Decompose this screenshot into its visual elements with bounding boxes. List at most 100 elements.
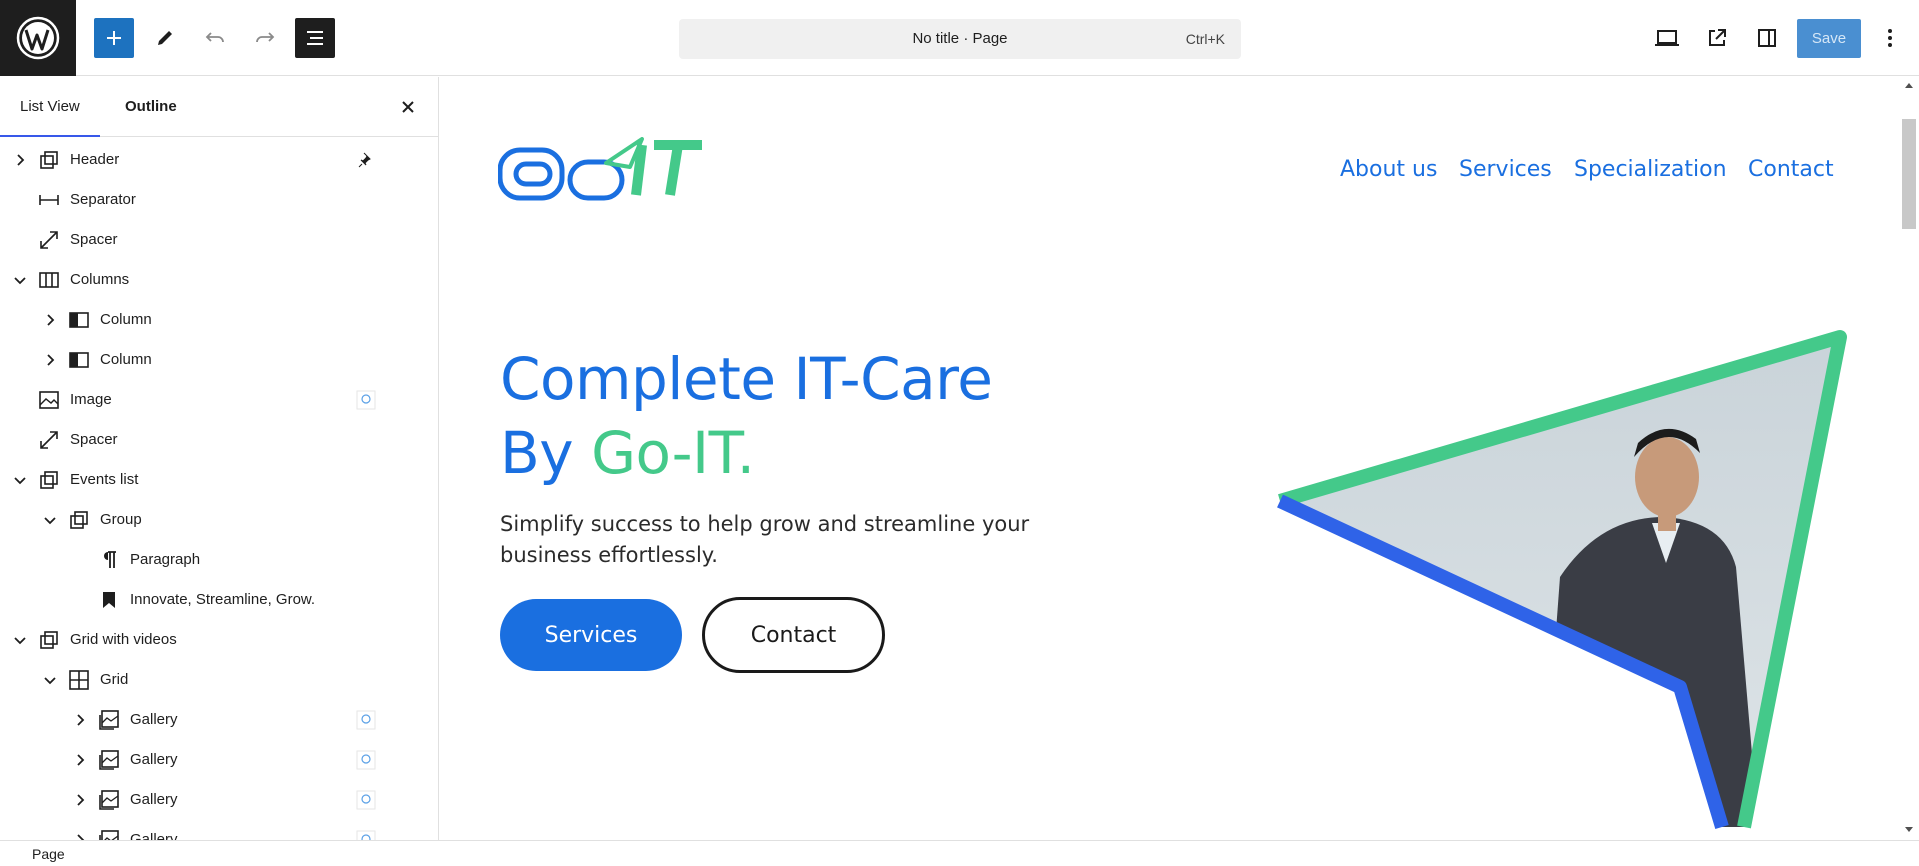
- contact-button[interactable]: Contact: [702, 597, 885, 673]
- list-view-item-group[interactable]: Group: [0, 500, 438, 540]
- block-breadcrumb-bar: Page: [0, 840, 1919, 866]
- block-thumbnail: [356, 710, 376, 730]
- list-view-item-label: Image: [70, 391, 112, 408]
- list-view-item-spacer[interactable]: Spacer: [0, 420, 438, 460]
- bookmark-icon: [97, 588, 121, 612]
- scroll-down-icon[interactable]: [1904, 826, 1914, 834]
- list-view-item-label: Header: [70, 151, 120, 168]
- chevron-right-icon[interactable]: [72, 792, 88, 808]
- sidebar-toggle-icon: [1758, 29, 1776, 47]
- list-view-item-label: Group: [100, 511, 142, 528]
- wordpress-logo-icon[interactable]: [0, 0, 76, 76]
- list-view-item-grid-with-videos[interactable]: Grid with videos: [0, 620, 438, 660]
- columns-icon: [37, 268, 61, 292]
- command-palette-bar[interactable]: No title · Page Ctrl+K: [679, 19, 1241, 59]
- editor-canvas[interactable]: About us Services Specialization Contact…: [440, 77, 1899, 840]
- chevron-right-icon[interactable]: [72, 832, 88, 840]
- list-view-item-label: Spacer: [70, 231, 118, 248]
- nav-link-contact[interactable]: Contact: [1748, 157, 1834, 182]
- list-view-sidebar: List View Outline Header Separator Spacer C…: [0, 77, 439, 840]
- block-thumbnail: [356, 750, 376, 770]
- chevron-right-icon[interactable]: [72, 752, 88, 768]
- spacer-icon: [37, 228, 61, 252]
- device-preview-button[interactable]: [1647, 18, 1687, 58]
- list-view-item-grid[interactable]: Grid: [0, 660, 438, 700]
- view-page-button[interactable]: [1697, 18, 1737, 58]
- chevron-right-icon[interactable]: [42, 312, 58, 328]
- list-view-item-column[interactable]: Column: [0, 340, 438, 380]
- list-view-item-gallery[interactable]: Gallery: [0, 740, 438, 780]
- settings-sidebar-button[interactable]: [1747, 18, 1787, 58]
- hero-subtitle: Simplify success to help grow and stream…: [500, 512, 1030, 567]
- group-icon: [37, 148, 61, 172]
- gallery-icon: [97, 828, 121, 840]
- nav-link-services[interactable]: Services: [1459, 157, 1552, 182]
- document-overview-button[interactable]: [295, 18, 335, 58]
- list-view-item-image[interactable]: Image: [0, 380, 438, 420]
- block-thumbnail: [356, 390, 376, 410]
- list-view-item-header[interactable]: Header: [0, 140, 438, 180]
- more-vertical-icon: [1888, 29, 1892, 47]
- chevron-down-icon[interactable]: [12, 472, 28, 488]
- scroll-up-icon[interactable]: [1904, 81, 1914, 89]
- close-icon: [402, 101, 414, 113]
- chevron-down-icon[interactable]: [12, 272, 28, 288]
- chevron-right-icon[interactable]: [42, 352, 58, 368]
- list-view-item-label: Column: [100, 351, 152, 368]
- undo-button[interactable]: [195, 18, 235, 58]
- pencil-icon: [158, 31, 172, 45]
- hero-image: [1277, 330, 1847, 830]
- list-view-item-label: Grid: [100, 671, 129, 688]
- scroll-thumb[interactable]: [1902, 119, 1916, 229]
- list-view-item-events-list[interactable]: Events list: [0, 460, 438, 500]
- list-view-item-gallery[interactable]: Gallery: [0, 820, 438, 840]
- list-view-item-gallery[interactable]: Gallery: [0, 780, 438, 820]
- list-view-item-gallery[interactable]: Gallery: [0, 700, 438, 740]
- hero-heading-line1: Complete IT-Care: [500, 345, 993, 413]
- list-view-item-label: Column: [100, 311, 152, 328]
- list-view-item-label: Gallery: [130, 831, 178, 840]
- nav-link-specialization[interactable]: Specialization: [1574, 157, 1727, 182]
- save-button[interactable]: Save: [1797, 19, 1861, 58]
- list-view-item-separator[interactable]: Separator: [0, 180, 438, 220]
- tab-outline[interactable]: Outline: [105, 77, 197, 137]
- list-view-item-columns[interactable]: Columns: [0, 260, 438, 300]
- undo-icon: [205, 32, 224, 43]
- sidebar-tabs: List View Outline: [0, 77, 438, 137]
- chevron-down-icon[interactable]: [42, 512, 58, 528]
- gallery-icon: [97, 748, 121, 772]
- options-button[interactable]: [1870, 18, 1910, 58]
- list-view-item-label: Gallery: [130, 791, 178, 808]
- chevron-down-icon[interactable]: [12, 632, 28, 648]
- chevron-down-icon[interactable]: [42, 672, 58, 688]
- external-link-icon: [1709, 29, 1726, 46]
- pencil-tools-button[interactable]: [145, 18, 185, 58]
- breadcrumb-page[interactable]: Page: [32, 846, 65, 862]
- services-button[interactable]: Services: [500, 599, 682, 671]
- list-view-item-label: Separator: [70, 191, 136, 208]
- hero-heading-brand: Go-IT.: [591, 419, 755, 487]
- gallery-icon: [97, 788, 121, 812]
- list-view-item-label: Grid with videos: [70, 631, 177, 648]
- chevron-right-icon[interactable]: [72, 712, 88, 728]
- spacer-icon: [37, 428, 61, 452]
- tab-list-view[interactable]: List View: [0, 77, 100, 137]
- list-view-item-label: Gallery: [130, 711, 178, 728]
- document-title: No title · Page: [912, 30, 1008, 47]
- laptop-icon: [1655, 30, 1679, 46]
- add-block-button[interactable]: [94, 18, 134, 58]
- nav-link-about[interactable]: About us: [1340, 157, 1437, 182]
- chevron-right-icon[interactable]: [12, 152, 28, 168]
- block-thumbnail: [356, 830, 376, 840]
- column-icon: [67, 348, 91, 372]
- list-view-item-column[interactable]: Column: [0, 300, 438, 340]
- list-view-item-paragraph[interactable]: Paragraph: [0, 540, 438, 580]
- redo-button[interactable]: [245, 18, 285, 58]
- gallery-icon: [97, 708, 121, 732]
- list-view-item-label: Spacer: [70, 431, 118, 448]
- list-view-item-innovate-streamline-grow[interactable]: Innovate, Streamline, Grow.: [0, 580, 438, 620]
- list-view-item-spacer[interactable]: Spacer: [0, 220, 438, 260]
- block-thumbnail: [356, 790, 376, 810]
- canvas-scrollbar[interactable]: [1899, 77, 1919, 840]
- close-sidebar-button[interactable]: [396, 95, 420, 119]
